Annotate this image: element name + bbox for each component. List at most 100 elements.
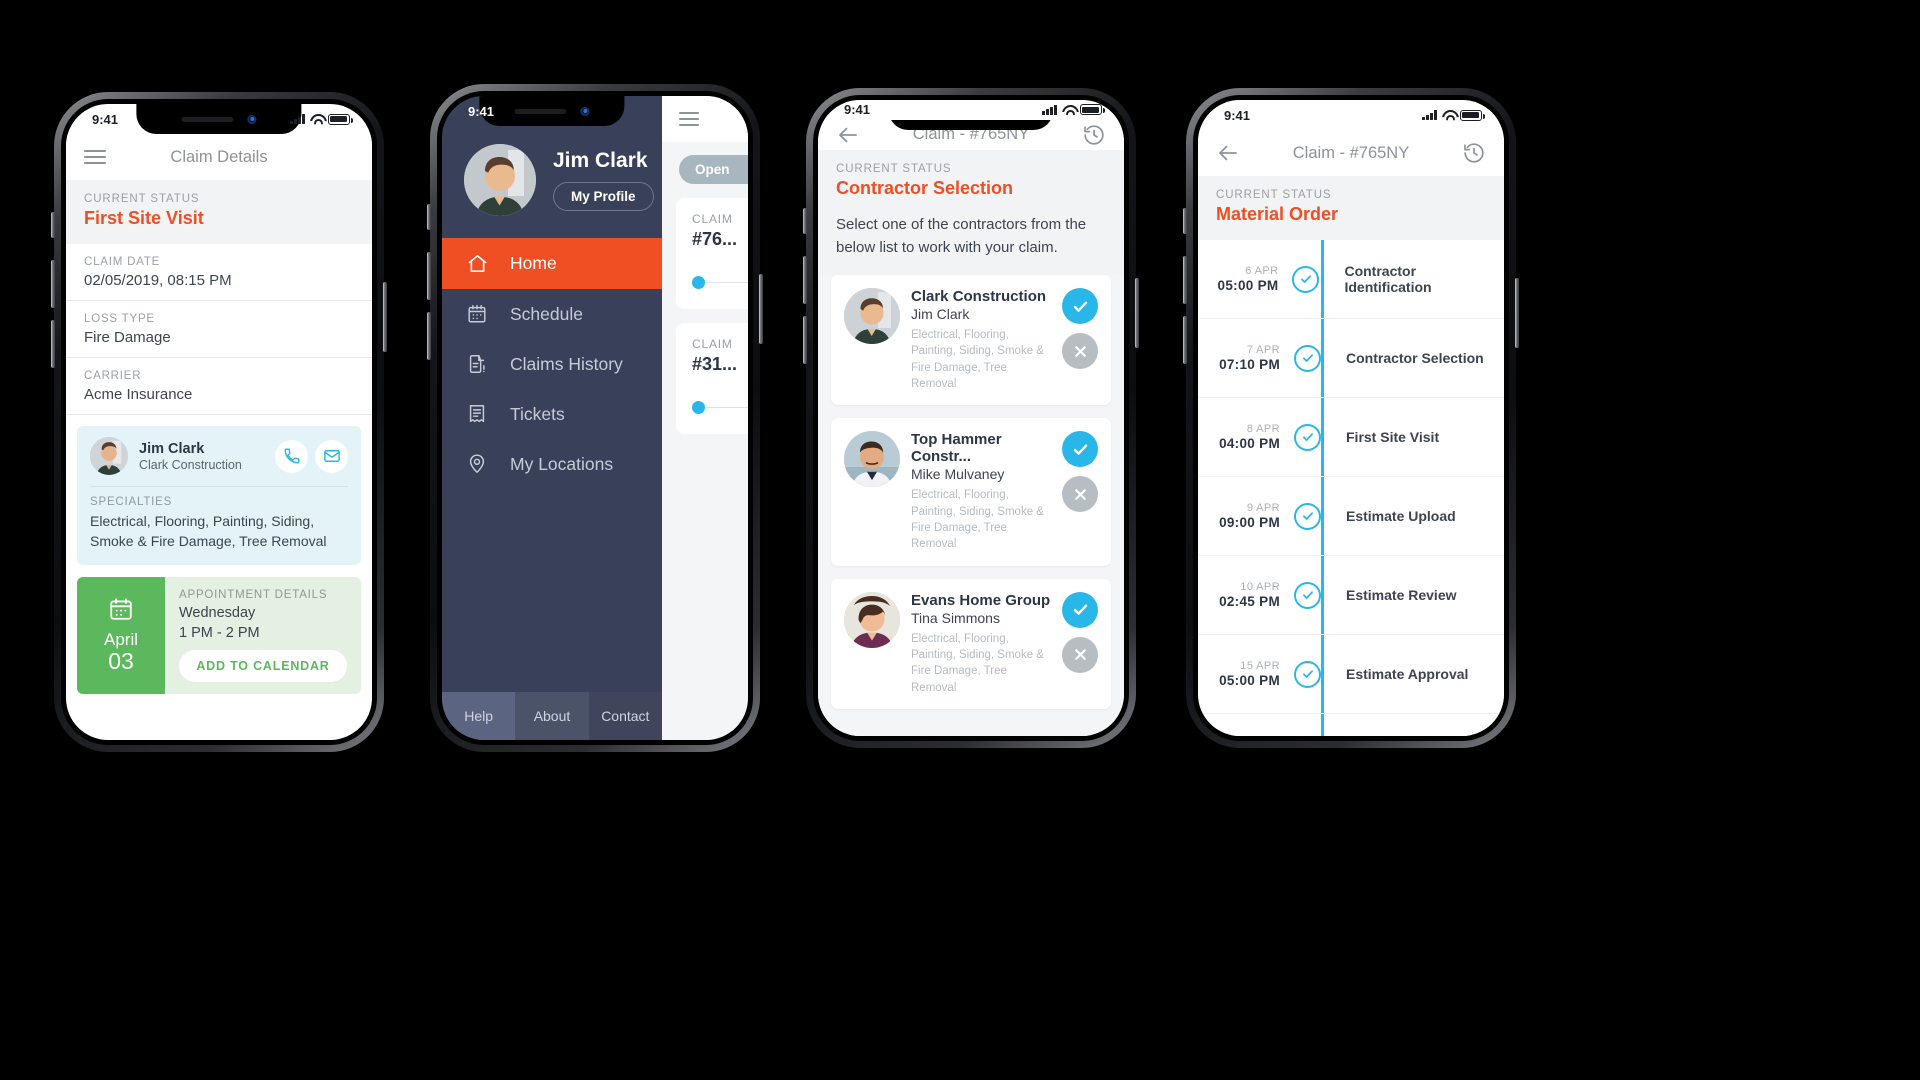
timeline-row[interactable]: 9 APR 09:00 PM Estimate Upload — [1198, 477, 1504, 556]
menu-item-claims-history[interactable]: Claims History — [442, 339, 662, 389]
background-claims-panel: Open CLAIM #76... CLAIM #31... — [662, 96, 748, 740]
home-icon — [466, 252, 496, 275]
claim-card[interactable]: CLAIM #31... — [676, 323, 748, 434]
cellular-signal-icon — [290, 114, 305, 124]
timeline-row[interactable]: 7 APR 07:10 PM Contractor Selection — [1198, 319, 1504, 398]
phone-4-claim-timeline: 9:41 Claim - #765NY CURRENT STATUS Mater… — [1183, 88, 1519, 748]
envelope-icon[interactable] — [315, 439, 348, 473]
check-icon[interactable] — [1062, 591, 1098, 628]
screenshot-stage: 9:41 Claim Details CURRENT STATUS First … — [0, 0, 1920, 1080]
timeline-row[interactable]: 10 APR 02:45 PM Estimate Review — [1198, 556, 1504, 635]
current-status-block: CURRENT STATUS First Site Visit — [66, 180, 372, 244]
claim-label: CLAIM — [692, 212, 733, 226]
contractor-company: Top Hammer Constr... — [911, 431, 1002, 466]
timeline-row[interactable]: 15 APR 05:00 PM Estimate Approval — [1198, 635, 1504, 714]
appointment-date-block: April 03 — [77, 576, 165, 694]
field-claim-date: CLAIM DATE 02/05/2019, 08:15 PM — [66, 244, 372, 301]
phone-2-navigation-drawer: Open CLAIM #76... CLAIM #31... 9:41 Jim … — [427, 84, 763, 752]
status-bar: 9:41 — [442, 96, 662, 126]
check-icon[interactable] — [1062, 431, 1098, 468]
menu-item-tickets[interactable]: Tickets — [442, 389, 662, 439]
field-value: Acme Insurance — [84, 386, 193, 403]
peek-app-bar — [662, 96, 748, 142]
footer-contact-button[interactable]: Contact — [588, 692, 662, 740]
current-status-block: CURRENT STATUS Contractor Selection — [818, 150, 1124, 215]
contractor-list: Clark Construction Jim Clark Electrical,… — [818, 275, 1124, 736]
divider — [90, 486, 348, 487]
timeline-label: First Site Visit — [1346, 429, 1440, 445]
timeline-label: Estimate Approval — [1346, 666, 1469, 682]
add-to-calendar-button[interactable]: ADD TO CALENDAR — [179, 649, 347, 682]
footer-help-button[interactable]: Help — [442, 692, 516, 740]
hamburger-icon[interactable] — [679, 111, 699, 127]
menu-item-schedule[interactable]: Schedule — [442, 289, 662, 339]
back-arrow-icon[interactable] — [836, 123, 860, 147]
calendar-icon — [110, 597, 132, 620]
timeline-date: 6 APR — [1245, 265, 1279, 277]
footer-about-button[interactable]: About — [515, 692, 589, 740]
appointment-month: April — [103, 629, 138, 649]
cellular-signal-icon — [1042, 104, 1057, 115]
app-bar: Claim Details — [66, 134, 372, 180]
status-bar: 9:41 — [1198, 100, 1504, 130]
appointment-card: April 03 APPOINTMENT DETAILS Wednesday 1… — [77, 576, 361, 694]
timeline-date: 7 APR — [1246, 344, 1280, 356]
drawer-panel: 9:41 Jim Clark My Profile Home Schedule … — [442, 96, 662, 740]
claim-label: CLAIM — [692, 337, 733, 351]
menu-item-label: Home — [510, 253, 557, 273]
status-time: 9:41 — [1224, 107, 1251, 123]
avatar[interactable] — [464, 144, 536, 216]
timeline-date: 9 APR — [1246, 502, 1280, 514]
close-icon[interactable] — [1062, 476, 1098, 513]
progress-indicator — [692, 276, 748, 289]
appointment-title: APPOINTMENT DETAILS — [179, 588, 328, 601]
timeline-label: Contractor Selection — [1346, 350, 1484, 366]
field-label: LOSS TYPE — [84, 313, 155, 325]
claim-card[interactable]: CLAIM #76... — [676, 198, 748, 309]
contractor-card[interactable]: Evans Home Group Tina Simmons Electrical… — [831, 578, 1111, 709]
contractor-card[interactable]: Top Hammer Constr... Mike Mulvaney Elect… — [831, 418, 1111, 566]
calendar-icon — [466, 303, 496, 325]
contractor-person: Tina Simmons — [911, 609, 1000, 626]
check-icon[interactable] — [1062, 288, 1098, 325]
history-icon[interactable] — [1462, 141, 1486, 165]
timeline-time: 02:45 PM — [1219, 594, 1280, 609]
my-profile-button[interactable]: My Profile — [553, 182, 654, 211]
history-icon[interactable] — [1082, 123, 1106, 147]
phone-1-claim-details: 9:41 Claim Details CURRENT STATUS First … — [51, 92, 387, 752]
back-arrow-icon[interactable] — [1216, 141, 1240, 165]
intro-text: Select one of the contractors from the b… — [818, 214, 1124, 276]
appointment-day: 03 — [108, 647, 134, 674]
contractor-person: Mike Mulvaney — [911, 466, 1005, 483]
menu-item-my-locations[interactable]: My Locations — [442, 439, 662, 489]
check-circle-icon — [1294, 423, 1321, 451]
check-circle-icon — [1294, 581, 1321, 609]
contractor-contact-card: Jim Clark Clark Construction SPECIALTIES… — [77, 426, 361, 565]
menu-item-home[interactable]: Home — [442, 238, 662, 289]
check-circle-icon — [1292, 265, 1320, 293]
contact-name: Jim Clark — [139, 440, 205, 457]
menu-item-label: Claims History — [510, 353, 623, 374]
phone-icon[interactable] — [275, 439, 308, 473]
close-icon[interactable] — [1062, 333, 1098, 370]
contractor-specialties: Electrical, Flooring, Painting, Siding, … — [911, 329, 1044, 391]
field-value: Fire Damage — [84, 329, 171, 346]
status-label: CURRENT STATUS — [84, 193, 200, 205]
specialties-label: SPECIALTIES — [90, 496, 173, 508]
appointment-time: 1 PM - 2 PM — [179, 624, 260, 641]
menu-item-label: Tickets — [510, 403, 565, 424]
avatar — [844, 591, 900, 648]
close-icon[interactable] — [1062, 636, 1098, 673]
specialties-text: Electrical, Flooring, Painting, Siding, … — [90, 513, 327, 550]
hamburger-icon[interactable] — [84, 149, 106, 165]
filter-pill-open[interactable]: Open — [679, 155, 748, 184]
avatar — [90, 437, 128, 475]
contractor-card[interactable]: Clark Construction Jim Clark Electrical,… — [831, 275, 1111, 406]
timeline-row[interactable]: 8 APR 04:00 PM First Site Visit — [1198, 398, 1504, 477]
field-loss-type: LOSS TYPE Fire Damage — [66, 301, 372, 358]
claim-number: #76... — [692, 229, 738, 249]
timeline-row[interactable]: 6 APR 05:00 PM Contractor Identification — [1198, 240, 1504, 319]
field-value: 02/05/2019, 08:15 PM — [84, 272, 232, 289]
timeline-time: 05:00 PM — [1219, 673, 1280, 688]
avatar — [844, 431, 900, 488]
